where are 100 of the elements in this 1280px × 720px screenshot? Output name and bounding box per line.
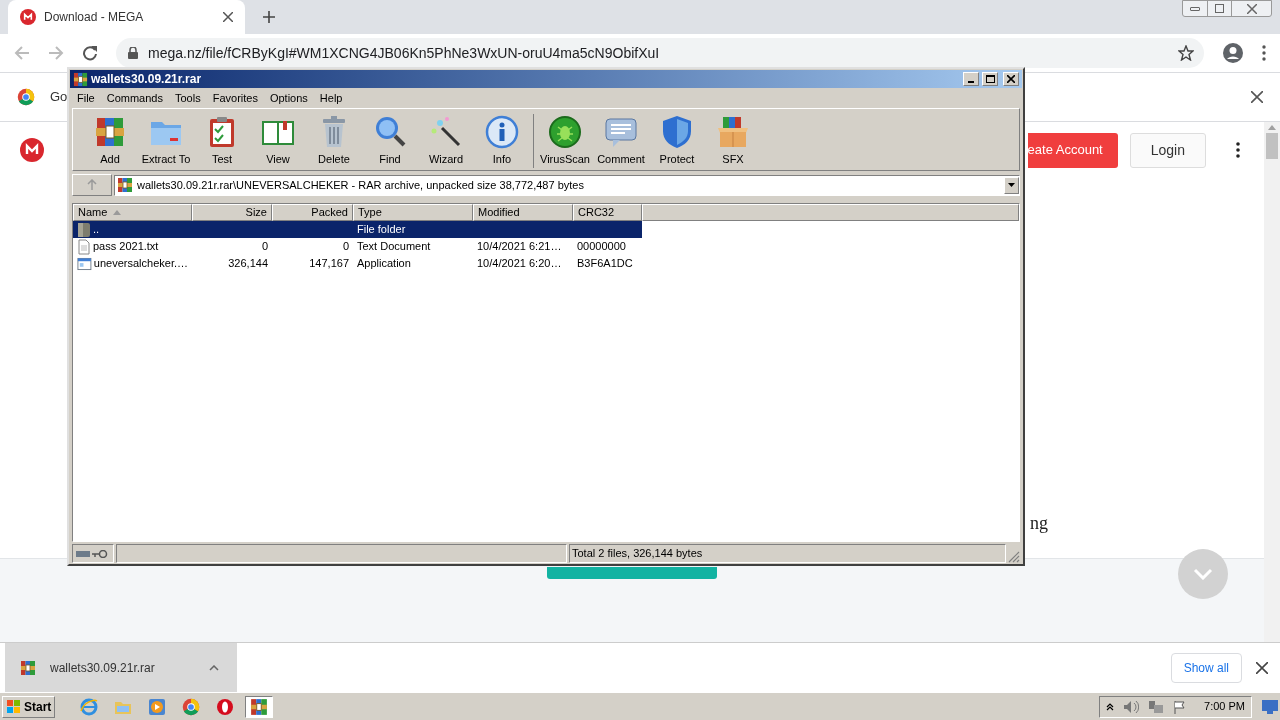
- table-cell-text: Text Document: [357, 239, 431, 255]
- logo-icon: [20, 138, 44, 162]
- create-account-button[interactable]: eate Account: [1027, 132, 1118, 168]
- column-header[interactable]: Type: [353, 204, 473, 221]
- table-cell-text: ..: [93, 222, 100, 238]
- reload-icon[interactable]: [82, 45, 98, 61]
- column-header[interactable]: CRC32: [573, 204, 642, 221]
- document-icon: [77, 238, 91, 255]
- table-cell-text: 326,144: [228, 256, 268, 272]
- body-text: ng: [1030, 513, 1048, 533]
- info-icon: [484, 114, 520, 150]
- status-text: Total 2 files, 326,144 bytes: [569, 544, 1006, 563]
- windows-logo-icon: [6, 698, 22, 715]
- winrar-icon: [250, 697, 269, 716]
- caret-icon[interactable]: [209, 664, 219, 671]
- toolbar-button[interactable]: Protect: [649, 114, 705, 168]
- show-all-button[interactable]: Show all: [1170, 652, 1242, 683]
- menu-item[interactable]: Help: [313, 89, 349, 107]
- chevron-down-icon: [1193, 568, 1213, 580]
- folder-icon: [77, 221, 91, 238]
- new-tab-icon[interactable]: [263, 11, 275, 23]
- toolbar-button[interactable]: VirusScan: [537, 114, 593, 168]
- toolbar-button[interactable]: Info: [474, 114, 530, 168]
- bug-icon: [547, 114, 583, 150]
- file-row[interactable]: pass 2021.txt 0 0 Text Document 10/4/2021 6:21… 00000000: [73, 238, 642, 255]
- menu-item[interactable]: Options: [263, 89, 314, 107]
- menu-item[interactable]: File: [71, 89, 101, 107]
- drive-icon: [76, 550, 90, 557]
- more-icon[interactable]: [1236, 142, 1240, 158]
- table-cell-text: 0: [342, 239, 349, 255]
- toolbar-button[interactable]: Test: [194, 114, 250, 168]
- path-field[interactable]: wallets30.09.21r.rar\UNEVERSALCHEKER - RAR archive, unpacked size 38,772,487 bytes: [114, 174, 1020, 196]
- table-cell-text: B3F6A1DC: [577, 256, 633, 272]
- toolbar-button[interactable]: View: [250, 114, 306, 168]
- maximize-button[interactable]: [982, 72, 998, 86]
- table-cell-text: 10/4/2021 6:21…: [477, 239, 562, 255]
- close-icon[interactable]: [1256, 661, 1268, 674]
- taskbar-button[interactable]: [245, 695, 274, 718]
- minimize-button[interactable]: [963, 72, 979, 86]
- close-icon[interactable]: [1251, 91, 1263, 103]
- dropdown-button[interactable]: [1004, 176, 1019, 194]
- info-bar-text: Go: [50, 88, 68, 107]
- toolbar-button[interactable]: Extract To: [138, 114, 194, 168]
- login-button[interactable]: Login: [1129, 132, 1206, 168]
- toolbar-button[interactable]: Wizard: [418, 114, 474, 168]
- box-icon: [715, 114, 751, 150]
- table-cell-text: Application: [357, 256, 411, 272]
- address-bar[interactable]: mega.nz/file/fCRByKgI#WM1XCNG4JB06Kn5PhNe3WxUN-oruU4ma5cN9ObifXuI: [116, 38, 1204, 68]
- star-icon[interactable]: [1178, 45, 1194, 61]
- lock-icon: [128, 47, 138, 59]
- close-icon: [1007, 75, 1015, 83]
- toolbar-button[interactable]: Delete: [306, 114, 362, 168]
- start-button[interactable]: Start: [2, 695, 56, 718]
- chrome-icon: [17, 88, 35, 106]
- clock: 7:00 PM: [1204, 699, 1245, 715]
- internet-explorer-icon: [80, 697, 99, 716]
- favicon-icon: [20, 9, 36, 25]
- menu-item[interactable]: Favorites: [206, 89, 264, 107]
- winrar-icon: [117, 177, 133, 193]
- app-icon: [73, 71, 88, 87]
- close-icon[interactable]: [223, 12, 233, 22]
- chevron-up-icon[interactable]: [1106, 702, 1115, 711]
- speaker-icon[interactable]: [1123, 699, 1140, 714]
- file-icon: [20, 659, 36, 676]
- column-header[interactable]: Modified: [473, 204, 573, 221]
- menu-item[interactable]: Commands: [100, 89, 169, 107]
- table-cell-text: 10/4/2021 6:20…: [477, 256, 562, 272]
- opera-icon: [216, 697, 235, 716]
- table-cell-text: File folder: [357, 222, 406, 238]
- window-title: wallets30.09.21r.rar: [91, 71, 203, 88]
- toolbar-button[interactable]: SFX: [705, 114, 761, 168]
- application-icon: [77, 256, 92, 271]
- column-header[interactable]: Size: [192, 204, 272, 221]
- download-item[interactable]: wallets30.09.21r.rar: [5, 643, 237, 692]
- table-cell-text: 0: [261, 239, 268, 255]
- toolbar-button[interactable]: Add: [82, 114, 138, 168]
- menu-item[interactable]: Tools: [169, 89, 207, 107]
- chrome-icon: [182, 697, 201, 716]
- file-row[interactable]: uneversalcheker.… 326,144 147,167 Application 10/4/2021 6:20… B3F6A1DC: [73, 255, 642, 272]
- table-cell-text: pass 2021.txt: [93, 239, 159, 255]
- media-player-icon: [148, 697, 167, 716]
- network-icon[interactable]: [1148, 699, 1165, 714]
- resize-grip-icon: [1008, 551, 1020, 563]
- flag-icon[interactable]: [1173, 699, 1188, 714]
- toolbar-button[interactable]: Find: [362, 114, 418, 168]
- close-button[interactable]: [1003, 72, 1019, 86]
- up-button[interactable]: [72, 174, 112, 196]
- key-icon: [92, 549, 108, 558]
- menu-icon[interactable]: [1262, 45, 1266, 61]
- up-arrow-icon: [86, 179, 98, 191]
- browser-tab[interactable]: Download - MEGA: [8, 0, 245, 34]
- profile-icon[interactable]: [1222, 42, 1244, 64]
- dropdown-arrow-icon: [1008, 183, 1015, 187]
- table-cell-text: 147,167: [309, 256, 349, 272]
- column-header[interactable]: Packed: [272, 204, 353, 221]
- file-row[interactable]: .. File folder: [73, 221, 642, 238]
- column-header[interactable]: Name: [73, 204, 192, 221]
- toolbar-button[interactable]: Comment: [593, 114, 649, 168]
- show-desktop-icon[interactable]: [1262, 699, 1278, 714]
- table-cell-text: 00000000: [577, 239, 626, 255]
